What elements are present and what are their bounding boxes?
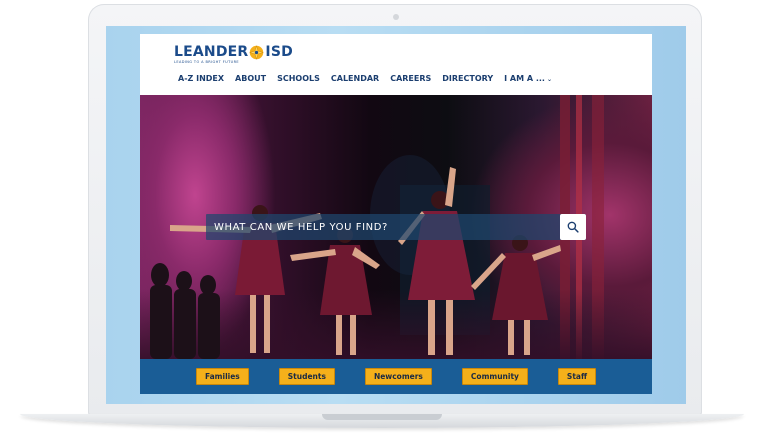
search-bar [206, 214, 586, 240]
search-input[interactable] [206, 221, 560, 233]
search-icon [567, 221, 579, 233]
logo-text-isd: ISD [265, 44, 293, 60]
site-header: LEANDER ISD LEADING TO A BRIGHT FUTURE A… [140, 34, 652, 95]
logo-text-leander: LEANDER [174, 44, 249, 60]
nav-item-calendar[interactable]: CALENDAR [331, 74, 379, 83]
laptop-screen: LEANDER ISD LEADING TO A BRIGHT FUTURE A… [106, 26, 686, 404]
staff-button[interactable]: Staff [557, 368, 597, 385]
nav-item-schools[interactable]: SCHOOLS [277, 74, 320, 83]
star-icon [249, 44, 265, 60]
laptop-notch [322, 414, 442, 420]
district-logo[interactable]: LEANDER ISD [174, 44, 293, 60]
community-button[interactable]: Community [461, 368, 528, 385]
hero-image [140, 95, 652, 359]
nav-item-directory[interactable]: DIRECTORY [442, 74, 493, 83]
main-nav: A-Z INDEX ABOUT SCHOOLS CALENDAR CAREERS… [178, 74, 552, 83]
students-button[interactable]: Students [278, 368, 335, 385]
nav-item-careers[interactable]: CAREERS [390, 74, 431, 83]
logo-tagline: LEADING TO A BRIGHT FUTURE [174, 60, 240, 64]
nav-item-i-am-a[interactable]: I AM A ... ⌄ [504, 74, 552, 83]
audience-bar: Families Students Newcomers Community St… [140, 359, 652, 394]
newcomers-button[interactable]: Newcomers [364, 368, 432, 385]
camera-icon [393, 14, 399, 20]
website: LEANDER ISD LEADING TO A BRIGHT FUTURE A… [140, 34, 652, 394]
nav-item-about[interactable]: ABOUT [235, 74, 266, 83]
nav-item-i-am-a-label: I AM A ... [504, 74, 545, 83]
chevron-down-icon: ⌄ [546, 76, 552, 83]
nav-item-az-index[interactable]: A-Z INDEX [178, 74, 224, 83]
search-button[interactable] [560, 214, 586, 240]
families-button[interactable]: Families [195, 368, 249, 385]
